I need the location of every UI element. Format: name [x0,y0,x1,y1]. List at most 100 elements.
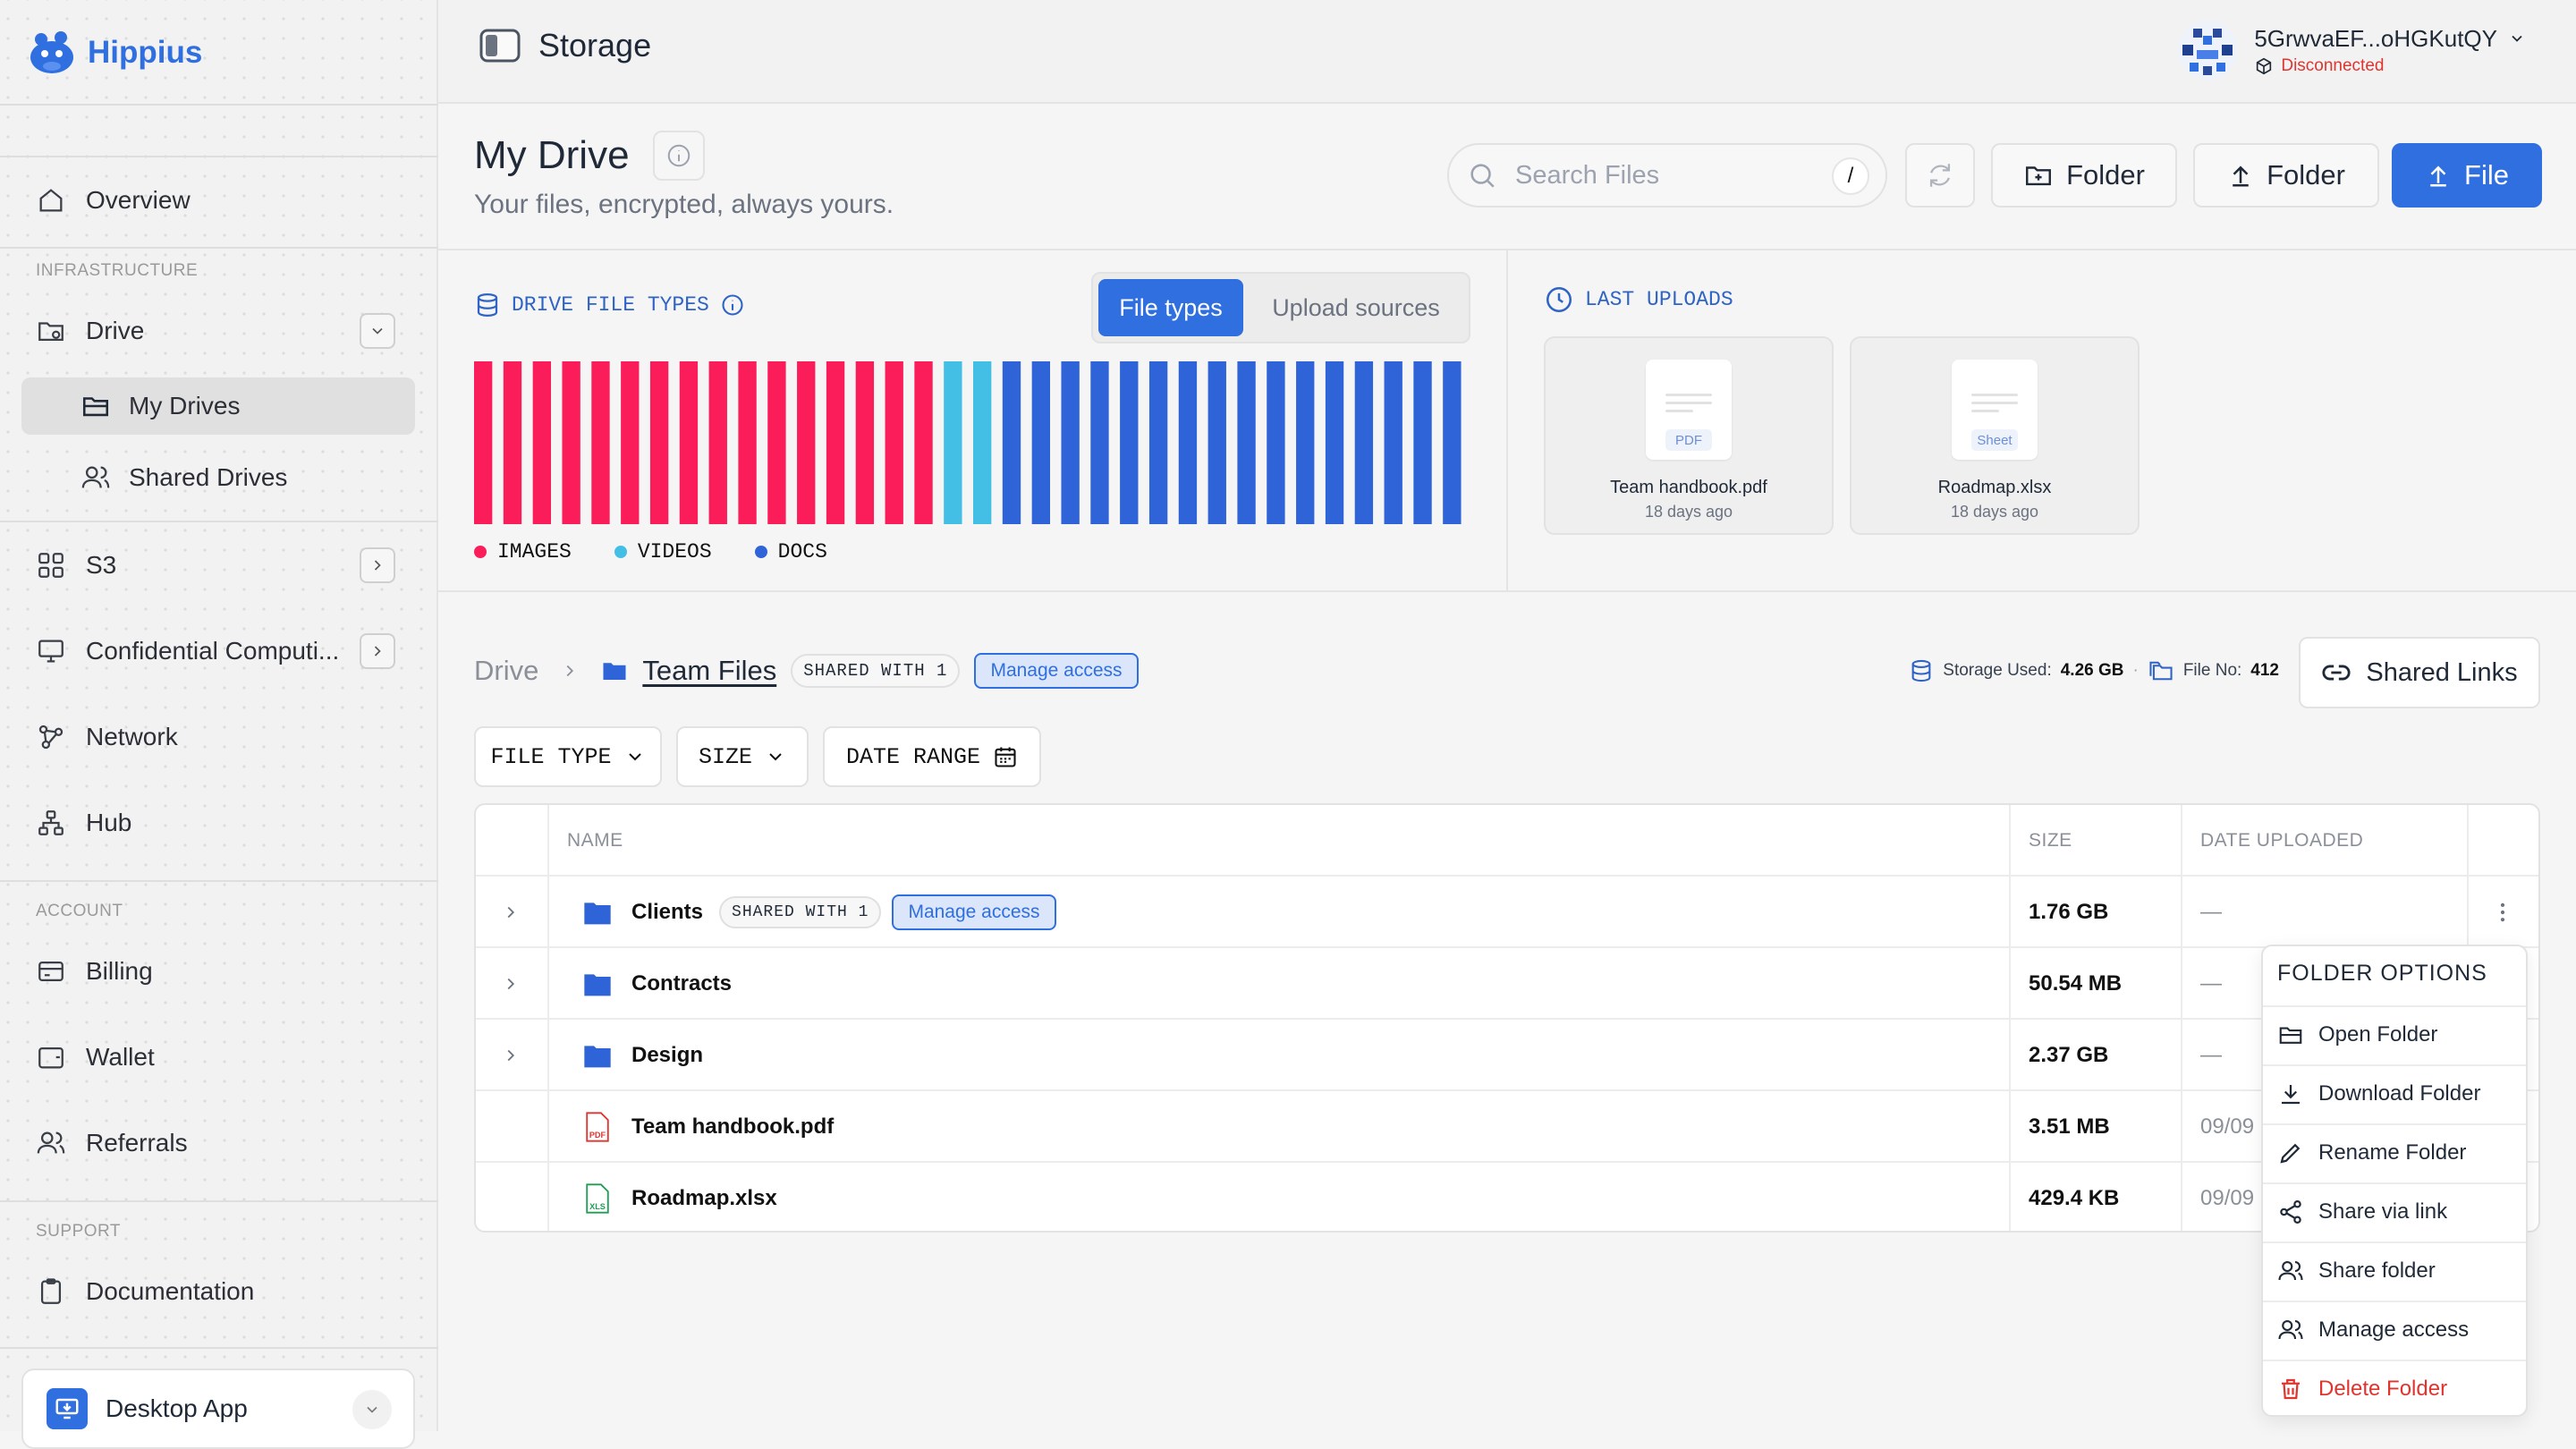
legend-docs: DOCS [754,540,827,564]
file-type-filter[interactable]: FILE TYPE [474,726,662,787]
sidebar-item-label: Drive [86,317,145,344]
sidebar-item-my-drives[interactable]: My Drives [21,377,415,435]
bar-docs [1002,361,1021,524]
menu-item-share-via-link[interactable]: Share via link [2263,1182,2526,1240]
chevron-right-icon[interactable] [360,547,395,583]
expand-chevron-icon[interactable] [501,877,521,948]
sidebar-item-wallet[interactable]: Wallet [21,1029,415,1086]
bar-docs [1208,361,1226,524]
column-header-size[interactable]: SIZE [2029,805,2072,877]
info-icon[interactable] [720,292,745,318]
legend-images: IMAGES [474,540,572,564]
bar-docs [1267,361,1285,524]
breadcrumb-current[interactable]: Team Files [642,655,776,687]
menu-item-share-folder[interactable]: Share folder [2263,1241,2526,1299]
storage-summary: Storage Used: 4.26 GB · File No: 412 [1909,658,2279,683]
upload-name: Team handbook.pdf [1610,478,1767,497]
chevron-down-icon[interactable] [352,1390,392,1429]
link-icon [2321,657,2351,688]
brand[interactable]: Hippius [25,25,202,80]
users-icon [36,1128,66,1158]
table-row[interactable]: Contracts 50.54 MB — [476,948,2538,1020]
date-range-filter[interactable]: DATE RANGE [823,726,1041,787]
shared-links-button[interactable]: Shared Links [2299,637,2540,708]
info-icon[interactable] [652,131,705,181]
column-header-date[interactable]: DATE UPLOADED [2200,805,2363,877]
row-name[interactable]: Contracts [631,971,732,996]
search-input[interactable]: Search Files / [1447,143,1887,208]
chevron-right-icon[interactable] [360,633,395,669]
sidebar-item-drive[interactable]: Drive [21,302,415,360]
new-folder-button[interactable]: Folder [1991,143,2177,208]
account-menu[interactable]: 5GrwvaEF...oHGKutQY Disconnected [2177,20,2526,80]
chevron-down-icon[interactable] [360,313,395,349]
sidebar-item-referrals[interactable]: Referrals [21,1114,415,1172]
sidebar-item-hub[interactable]: Hub [21,794,415,852]
sidebar-item-shared-drives[interactable]: Shared Drives [21,449,415,506]
bar-docs [1061,361,1080,524]
refresh-button[interactable] [1905,143,1975,208]
table-row[interactable]: Design 2.37 GB — [476,1020,2538,1091]
menu-item-label: Share via link [2318,1199,2448,1224]
bar-images [474,361,493,524]
recent-upload-card[interactable]: Sheet Roadmap.xlsx 18 days ago [1850,336,2140,535]
table-row[interactable]: PDF Team handbook.pdf 3.51 MB 09/09 [476,1091,2538,1163]
sidebar-item-overview[interactable]: Overview [21,172,415,229]
row-name[interactable]: Clients [631,900,703,925]
recent-upload-card[interactable]: PDF Team handbook.pdf 18 days ago [1544,336,1834,535]
file-types-heading: DRIVE FILE TYPES [474,292,745,318]
size-filter[interactable]: SIZE [676,726,809,787]
sidebar-item-billing[interactable]: Billing [21,943,415,1000]
section-account: ACCOUNT [36,902,123,920]
desktop-app-card[interactable]: Desktop App [21,1368,415,1449]
upload-date: 18 days ago [1644,503,1733,521]
bar-docs [1148,361,1168,524]
topbar: Storage 5GrwvaEF...oHGKutQY Disconnected [438,0,2576,104]
menu-item-manage-access[interactable]: Manage access [2263,1301,2526,1358]
table-row[interactable]: Clients SHARED WITH 1 Manage access 1.76… [476,877,2538,948]
bar-videos [944,361,962,524]
row-size: 429.4 KB [2029,1186,2120,1210]
file-count-value: 412 [2250,661,2279,680]
sidebar-item-s3[interactable]: S3 [21,537,415,594]
upload-file-button[interactable]: File [2392,143,2542,208]
tab-upload-sources[interactable]: Upload sources [1249,279,1463,336]
users-icon [2277,1258,2304,1284]
legend-videos: VIDEOS [614,540,712,564]
menu-item-rename-folder[interactable]: Rename Folder [2263,1123,2526,1181]
hippo-logo-icon [25,27,77,79]
breadcrumb-root[interactable]: Drive [474,655,538,687]
tab-file-types[interactable]: File types [1098,279,1243,336]
expand-chevron-icon[interactable] [501,1020,521,1091]
desktop-download-icon [47,1388,88,1429]
row-name[interactable]: Roadmap.xlsx [631,1186,777,1211]
sidebar-item-label: Wallet [86,1043,155,1071]
more-options-icon[interactable] [2490,877,2515,948]
manage-access-button[interactable]: Manage access [892,894,1056,930]
menu-item-open-folder[interactable]: Open Folder [2263,1005,2526,1063]
sidebar-toggle-icon[interactable] [479,29,521,63]
bar-images [708,361,727,524]
menu-item-delete-folder[interactable]: Delete Folder [2263,1360,2526,1417]
upload-folder-button[interactable]: Folder [2193,143,2379,208]
row-name[interactable]: Design [631,1043,703,1068]
chevron-down-icon [2508,30,2526,47]
sidebar-item-network[interactable]: Network [21,708,415,766]
grid-icon [36,550,66,580]
new-folder-label: Folder [2066,159,2145,191]
sidebar-item-confidential-computing[interactable]: Confidential Computi... [21,623,415,680]
menu-item-label: Share folder [2318,1258,2436,1283]
row-name[interactable]: Team handbook.pdf [631,1114,834,1140]
manage-access-button[interactable]: Manage access [974,653,1139,689]
bar-images [738,361,757,524]
brand-name: Hippius [88,35,203,70]
file-badge: Sheet [1971,429,2018,451]
legend-label: VIDEOS [637,540,712,564]
sidebar-item-documentation[interactable]: Documentation [21,1263,415,1320]
expand-chevron-icon[interactable] [501,948,521,1020]
upload-name: Roadmap.xlsx [1937,478,2052,497]
menu-item-download-folder[interactable]: Download Folder [2263,1064,2526,1122]
table-row[interactable]: XLS Roadmap.xlsx 429.4 KB 09/09 [476,1163,2538,1231]
monitor-icon [36,636,66,666]
column-header-name[interactable]: NAME [567,805,623,877]
